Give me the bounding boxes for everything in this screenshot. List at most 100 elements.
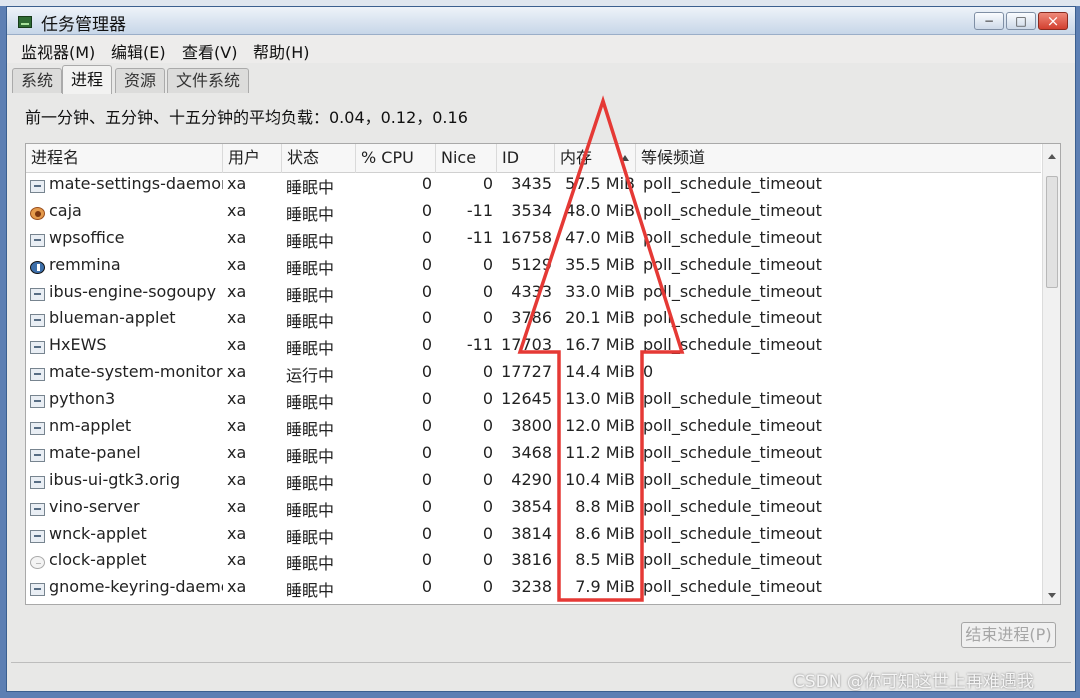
process-wait-channel: poll_schedule_timeout bbox=[643, 469, 822, 489]
process-cpu: 0 bbox=[421, 523, 432, 543]
process-wait-channel: poll_schedule_timeout bbox=[643, 174, 822, 193]
sort-ascending-icon bbox=[621, 155, 629, 161]
process-nice: 0 bbox=[482, 550, 493, 570]
header-status[interactable]: 状态 bbox=[282, 144, 356, 173]
menu-view[interactable]: 查看(V) bbox=[182, 39, 237, 63]
load-average-label: 前一分钟、五分钟、十五分钟的平均负载：0.04，0.12，0.16 bbox=[25, 108, 468, 127]
header-id[interactable]: ID bbox=[497, 144, 555, 173]
process-name: python3 bbox=[49, 389, 116, 409]
process-row[interactable]: HxEWS xa 睡眠中 0 -11 17703 16.7 MiB poll_schedule… bbox=[26, 334, 1041, 361]
process-memory: 11.2 MiB bbox=[565, 442, 635, 462]
process-row[interactable]: gnome-keyring-daemon xa 睡眠中 0 0 3238 7.9 MiB po… bbox=[26, 576, 1041, 603]
process-row[interactable]: remmina xa 睡眠中 0 0 5129 35.5 MiB poll_schedule_… bbox=[26, 254, 1041, 281]
process-state: 睡眠中 bbox=[286, 204, 335, 224]
process-wait-channel: 0 bbox=[643, 362, 654, 382]
process-state: 睡眠中 bbox=[286, 231, 335, 251]
process-row[interactable]: clock-applet xa 睡眠中 0 0 3816 8.5 MiB poll_sched… bbox=[26, 549, 1041, 576]
process-state: 运行中 bbox=[286, 366, 335, 386]
process-user: xa bbox=[227, 362, 247, 382]
header-user[interactable]: 用户 bbox=[223, 144, 282, 173]
watermark: CSDN @你可知这世上再难遇我 bbox=[793, 672, 1034, 692]
process-row[interactable]: wpsoffice xa 睡眠中 0 -11 16758 47.0 MiB poll_sche… bbox=[26, 227, 1041, 254]
process-nice: 0 bbox=[482, 523, 493, 543]
close-button[interactable]: × bbox=[1038, 12, 1068, 30]
process-id: 4333 bbox=[511, 281, 552, 301]
process-id: 3800 bbox=[511, 416, 552, 436]
end-process-button[interactable]: 结束进程(P) bbox=[961, 622, 1056, 648]
header-process-name[interactable]: 进程名 bbox=[26, 144, 223, 173]
process-cpu: 0 bbox=[421, 416, 432, 436]
tab-system[interactable]: 系统 bbox=[12, 68, 63, 93]
title-bar: 任务管理器 − □ × bbox=[7, 7, 1075, 35]
header-wait-channel[interactable]: 等候频道 bbox=[636, 144, 1041, 173]
process-memory: 10.4 MiB bbox=[565, 469, 635, 489]
process-wait-channel: poll_schedule_timeout bbox=[643, 308, 822, 328]
process-cpu: 0 bbox=[421, 442, 432, 462]
process-name: gnome-keyring-daemon bbox=[49, 577, 223, 597]
process-cpu: 0 bbox=[421, 200, 432, 220]
system-monitor-icon bbox=[18, 16, 32, 28]
maximize-button[interactable]: □ bbox=[1006, 12, 1036, 30]
scrollbar-thumb[interactable] bbox=[1046, 176, 1058, 288]
process-user: xa bbox=[227, 200, 247, 220]
tab-resources[interactable]: 资源 bbox=[115, 68, 166, 93]
process-state: 睡眠中 bbox=[286, 473, 335, 493]
process-id: 16758 bbox=[501, 227, 552, 247]
app-icon bbox=[30, 233, 45, 247]
process-row[interactable]: wnck-applet xa 睡眠中 0 0 3814 8.6 MiB poll_schedu… bbox=[26, 523, 1041, 550]
process-row[interactable]: python3 xa 睡眠中 0 0 12645 13.0 MiB poll_schedule… bbox=[26, 388, 1041, 415]
scroll-down-icon[interactable] bbox=[1048, 593, 1056, 598]
menu-bar: 监视器(M) 编辑(E) 查看(V) 帮助(H) bbox=[7, 35, 1075, 63]
header-cpu[interactable]: % CPU bbox=[356, 144, 436, 173]
process-cpu: 0 bbox=[421, 254, 432, 274]
process-row[interactable]: blueman-applet xa 睡眠中 0 0 3786 20.1 MiB poll_sc… bbox=[26, 307, 1041, 334]
app-icon bbox=[30, 287, 45, 301]
process-row[interactable]: ibus-ui-gtk3.orig xa 睡眠中 0 0 4290 10.4 MiB poll… bbox=[26, 469, 1041, 496]
process-row[interactable]: caja xa 睡眠中 0 -11 3534 48.0 MiB poll_schedule_t… bbox=[26, 200, 1041, 227]
process-nice: 0 bbox=[482, 308, 493, 328]
process-name: nm-applet bbox=[49, 416, 132, 436]
app-icon bbox=[30, 422, 45, 436]
process-memory: 20.1 MiB bbox=[565, 308, 635, 328]
tab-processes[interactable]: 进程 bbox=[62, 65, 113, 94]
process-wait-channel: poll_schedule_timeout bbox=[643, 496, 822, 516]
clock-icon bbox=[30, 556, 45, 570]
process-state: 睡眠中 bbox=[286, 258, 335, 278]
menu-edit[interactable]: 编辑(E) bbox=[111, 39, 166, 63]
process-id: 3816 bbox=[511, 550, 552, 570]
process-user: xa bbox=[227, 523, 247, 543]
process-row[interactable]: vino-server xa 睡眠中 0 0 3854 8.8 MiB poll_schedu… bbox=[26, 496, 1041, 523]
minimize-button[interactable]: − bbox=[974, 12, 1004, 30]
scroll-up-icon[interactable] bbox=[1048, 154, 1056, 159]
process-id: 3854 bbox=[511, 496, 552, 516]
process-nice: 0 bbox=[482, 281, 493, 301]
process-state: 睡眠中 bbox=[286, 500, 335, 520]
process-name: vino-server bbox=[49, 496, 140, 516]
menu-monitor[interactable]: 监视器(M) bbox=[21, 39, 95, 63]
process-state: 睡眠中 bbox=[286, 554, 335, 574]
process-id: 3814 bbox=[511, 523, 552, 543]
process-memory: 8.8 MiB bbox=[575, 496, 635, 516]
process-id: 3238 bbox=[511, 577, 552, 597]
process-state: 睡眠中 bbox=[286, 393, 335, 413]
process-id: 12645 bbox=[501, 389, 552, 409]
process-name: mate-system-monitor bbox=[49, 362, 223, 382]
header-nice[interactable]: Nice bbox=[436, 144, 497, 173]
process-row[interactable]: nm-applet xa 睡眠中 0 0 3800 12.0 MiB poll_schedul… bbox=[26, 415, 1041, 442]
process-state: 睡眠中 bbox=[286, 339, 335, 359]
tab-file-systems[interactable]: 文件系统 bbox=[167, 68, 250, 93]
process-row[interactable]: mate-panel xa 睡眠中 0 0 3468 11.2 MiB poll_schedu… bbox=[26, 442, 1041, 469]
app-icon bbox=[30, 475, 45, 489]
process-name: caja bbox=[49, 200, 82, 220]
process-wait-channel: poll_schedule_timeout bbox=[643, 335, 822, 355]
process-row[interactable]: mate-system-monitor xa 运行中 0 0 17727 14.4 MiB 0 bbox=[26, 361, 1041, 388]
process-cpu: 0 bbox=[421, 469, 432, 489]
vertical-scrollbar[interactable] bbox=[1042, 144, 1060, 604]
menu-help[interactable]: 帮助(H) bbox=[253, 39, 310, 63]
process-user: xa bbox=[227, 442, 247, 462]
process-row[interactable]: mate-settings-daemon xa 睡眠中 0 0 3435 57.5 MiB p… bbox=[26, 173, 1041, 200]
process-name: wnck-applet bbox=[49, 523, 147, 543]
remmina-icon bbox=[30, 260, 45, 274]
process-row[interactable]: ibus-engine-sogoupy xa 睡眠中 0 0 4333 33.0 MiB po… bbox=[26, 281, 1041, 308]
process-nice: -11 bbox=[466, 335, 493, 355]
